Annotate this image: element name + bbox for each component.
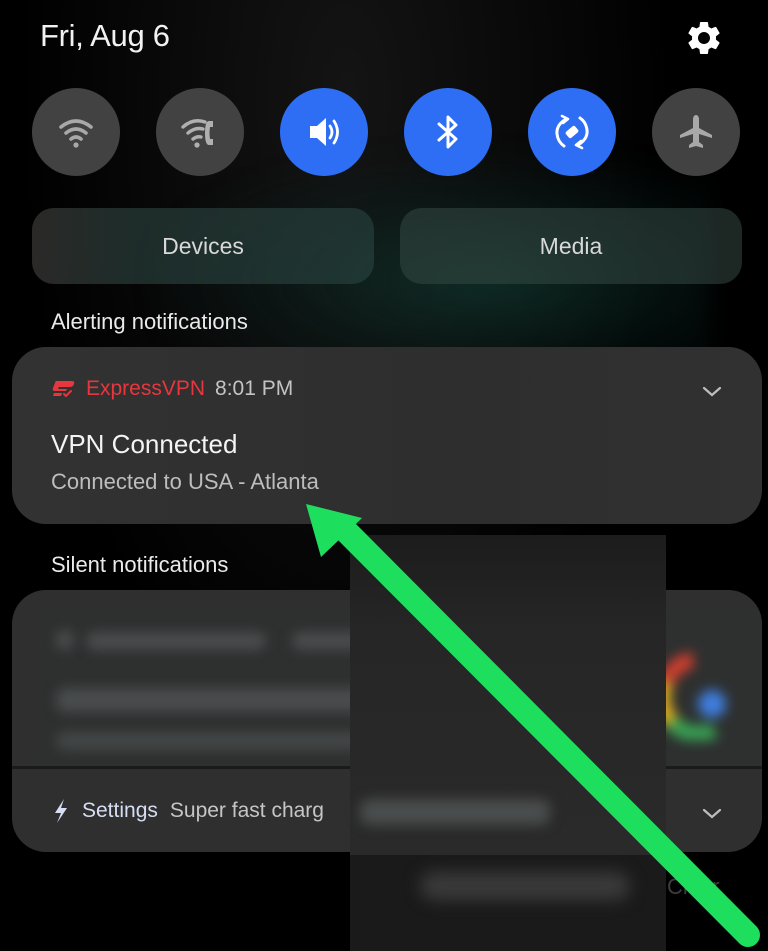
lightning-icon [55,799,67,823]
notification-time: 8:01 PM [215,377,294,400]
media-button[interactable]: Media [400,208,742,284]
wifi-icon [59,119,93,148]
devices-label: Devices [162,232,244,259]
auto-rotate-icon [555,114,589,150]
gear-icon[interactable] [684,18,724,58]
auto-rotate-toggle[interactable] [528,88,616,176]
settings-notification-text: Super fast charg [169,799,324,822]
airplane-mode-toggle[interactable] [652,88,740,176]
silent-section-label: Silent notifications [51,552,229,577]
notification-body: Connected to USA - Atlanta [51,469,319,494]
notification-title: VPN Connected [51,429,238,459]
airplane-icon [680,115,712,148]
redaction-block [350,535,666,855]
chevron-down-icon[interactable] [700,380,724,404]
bluetooth-icon [437,115,458,149]
blurred-text [86,632,266,650]
blurred-app-icon [56,630,74,650]
settings-notification[interactable]: Settings Super fast charg [52,798,324,824]
expressvpn-logo-icon [52,381,75,398]
chevron-down-icon[interactable] [700,802,724,826]
wifi-toggle[interactable] [32,88,120,176]
notification-app-name: ExpressVPN [86,377,206,400]
notification-header: ExpressVPN 8:01 PM [50,377,293,401]
media-label: Media [539,232,603,259]
clear-button[interactable]: Clear [667,874,720,900]
redaction-block [350,855,666,951]
expressvpn-notification[interactable]: ExpressVPN 8:01 PM VPN Connected Connect… [12,347,762,524]
alerting-section-label: Alerting notifications [51,309,248,334]
quick-settings-row [0,88,768,178]
notification-settings-button[interactable] [420,872,630,900]
wifi-calling-icon [181,119,213,148]
date-label: Fri, Aug 6 [40,18,170,53]
wifi-calling-toggle[interactable] [156,88,244,176]
volume-icon [310,118,339,146]
bluetooth-toggle[interactable] [404,88,492,176]
blurred-text [360,799,550,825]
sound-toggle[interactable] [280,88,368,176]
blurred-text [56,688,376,712]
settings-app-name: Settings [82,799,158,822]
devices-button[interactable]: Devices [32,208,374,284]
